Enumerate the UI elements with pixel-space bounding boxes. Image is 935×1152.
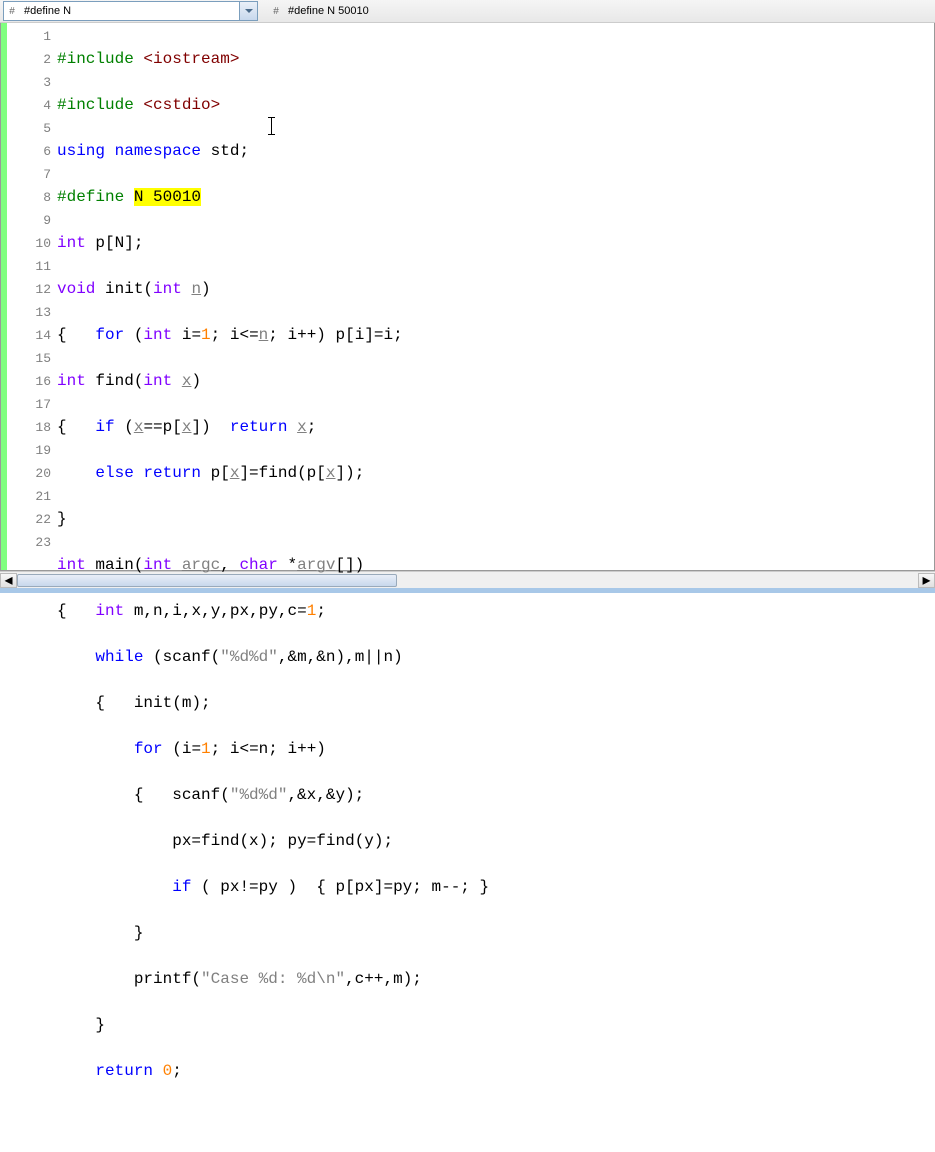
toolbar: # #define N # #define N 50010 xyxy=(0,0,935,23)
highlighted-match: N 50010 xyxy=(134,188,201,206)
chevron-down-icon[interactable] xyxy=(239,2,257,20)
scroll-left-button[interactable]: ◂ xyxy=(0,573,17,588)
scrollbar-thumb[interactable] xyxy=(17,574,397,587)
code-area[interactable]: #include <iostream> #include <cstdio> us… xyxy=(57,23,934,570)
define-icon: # xyxy=(268,3,284,19)
definition-text: #define N 50010 xyxy=(284,5,373,17)
scrollbar-track[interactable] xyxy=(17,573,918,588)
define-icon: # xyxy=(4,3,20,19)
editor: 1234567891011121314151617181920212223 #i… xyxy=(0,23,935,571)
horizontal-scrollbar[interactable]: ◂ ▸ xyxy=(0,571,935,588)
scope-dropdown[interactable]: # #define N xyxy=(3,1,258,21)
text-cursor xyxy=(271,117,272,135)
definition-field: # #define N 50010 xyxy=(264,1,377,21)
scope-dropdown-text: #define N xyxy=(20,5,75,17)
line-number-gutter: 1234567891011121314151617181920212223 xyxy=(7,23,57,570)
